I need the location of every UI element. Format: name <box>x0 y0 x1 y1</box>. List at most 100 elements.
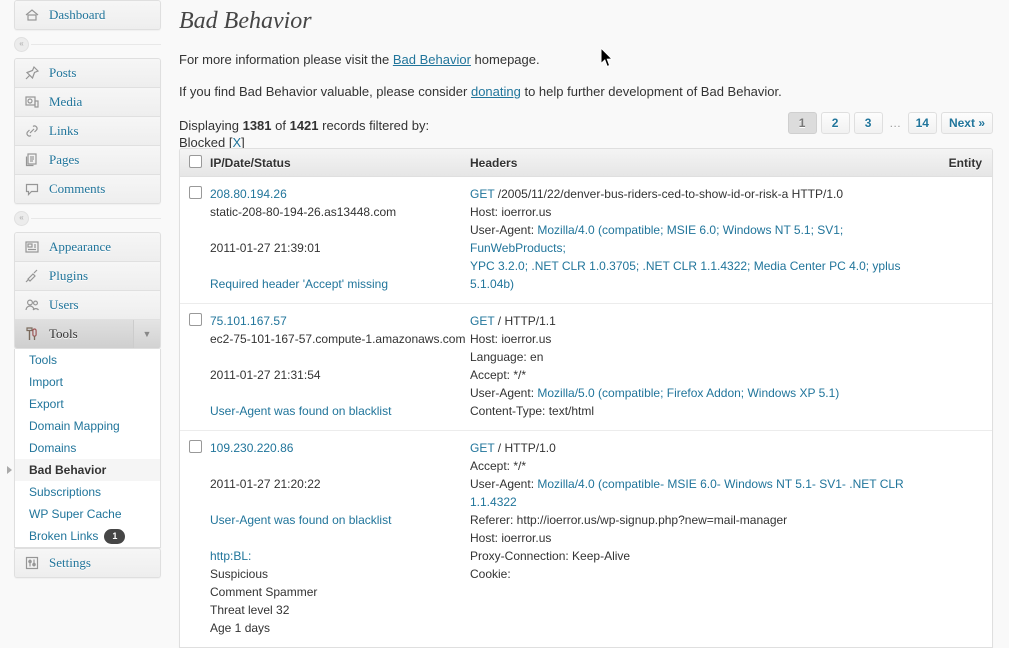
table-row: 75.101.167.57ec2-75-101-167-57.compute-1… <box>180 304 992 431</box>
sidebar-item-comments[interactable]: Comments <box>15 175 160 203</box>
row-ip-link[interactable]: 208.80.194.26 <box>210 185 470 203</box>
sidebar-item-pages[interactable]: Pages <box>15 146 160 175</box>
displaying-mid: of <box>272 118 290 133</box>
sidebar-item-dashboard[interactable]: Dashboard <box>15 1 160 29</box>
donating-link[interactable]: donating <box>471 84 521 99</box>
header-line: Accept: */* <box>470 457 912 475</box>
submenu-toggle-chevron-down-icon[interactable]: ▼ <box>133 320 160 348</box>
row-select-checkbox[interactable] <box>189 440 202 453</box>
header-line: Referer: http://ioerror.us/wp-signup.php… <box>470 511 912 529</box>
submenu-item-bad-behavior[interactable]: Bad Behavior <box>15 459 160 481</box>
header-name: Host: ioerror.us <box>470 531 551 545</box>
column-header-ip[interactable]: IP/Date/Status <box>210 156 470 170</box>
media-icon <box>23 93 41 111</box>
header-value: Mozilla/5.0 (compatible; Firefox Addon; … <box>537 386 839 400</box>
row-date: 2011-01-27 21:39:01 <box>210 239 470 257</box>
menu-collapse-divider-1[interactable]: « <box>14 210 161 226</box>
sidebar-item-media[interactable]: Media <box>15 88 160 117</box>
submenu-item-broken-links[interactable]: Broken Links 1 <box>15 525 160 547</box>
pagination-page-1[interactable]: 1 <box>788 112 817 134</box>
header-name: Cookie: <box>470 567 511 581</box>
sidebar-item-tools[interactable]: Tools▼ <box>15 320 160 348</box>
header-line: Content-Type: text/html <box>470 402 912 420</box>
admin-sidebar: Dashboard « PostsMediaLinks Pages Comments « A… <box>0 0 176 619</box>
displaying-post: records filtered by: <box>319 118 430 133</box>
row-select-checkbox[interactable] <box>189 313 202 326</box>
pagination-next-button[interactable]: Next » <box>941 112 993 134</box>
column-header-headers[interactable]: Headers <box>470 156 912 170</box>
row-hostname: ec2-75-101-167-57.compute-1.amazonaws.co… <box>210 330 470 348</box>
row-status-link[interactable]: User-Agent was found on blacklist <box>210 511 470 529</box>
spacer <box>210 493 470 511</box>
row-date: 2011-01-27 21:31:54 <box>210 366 470 384</box>
entity-cell <box>912 312 992 420</box>
divider-line <box>31 218 161 219</box>
table-header-row: IP/Date/Status Headers Entity <box>180 149 992 177</box>
submenu-item-wp-super-cache[interactable]: WP Super Cache <box>15 503 160 525</box>
row-select-checkbox[interactable] <box>189 186 202 199</box>
ip-date-status-cell: 109.230.220.86 2011-01-27 21:20:22 User-Ag… <box>210 439 470 637</box>
submenu-item-export[interactable]: Export <box>15 393 160 415</box>
dashboard-icon <box>23 6 41 24</box>
submenu-item-domains[interactable]: Domains <box>15 437 160 459</box>
row-status-link[interactable]: User-Agent was found on blacklist <box>210 402 470 420</box>
submenu-item-tools[interactable]: Tools <box>15 349 160 371</box>
pagination-page-2[interactable]: 2 <box>821 112 850 134</box>
submenu-item-domain-mapping[interactable]: Domain Mapping <box>15 415 160 437</box>
select-all-checkbox[interactable] <box>189 155 202 168</box>
row-select-cell <box>180 185 210 293</box>
sidebar-item-links[interactable]: Links <box>15 117 160 146</box>
log-table: IP/Date/Status Headers Entity 208.80.194… <box>179 148 993 648</box>
links-chain-icon <box>23 122 41 140</box>
header-line: Cookie: <box>470 565 912 583</box>
header-name: Proxy-Connection: Keep-Alive <box>470 549 630 563</box>
sidebar-item-appearance[interactable]: Appearance <box>15 233 160 262</box>
sidebar-item-label: Users <box>49 297 79 313</box>
headers-cell: GET / HTTP/1.0Accept: */*User-Agent: Moz… <box>470 439 912 637</box>
ip-date-status-cell: 208.80.194.26static-208-80-194-26.as1344… <box>210 185 470 293</box>
table-body: 208.80.194.26static-208-80-194-26.as1344… <box>180 177 992 647</box>
submenu-item-label: Broken Links <box>29 529 98 543</box>
tools-submenu: ToolsImportExportDomain MappingDomainsBa… <box>14 349 161 548</box>
collapse-chevrons-left-icon[interactable]: « <box>14 211 29 226</box>
header-name: User-Agent: <box>470 386 537 400</box>
submenu-item-import[interactable]: Import <box>15 371 160 393</box>
spacer <box>210 457 470 475</box>
sidebar-item-plugins[interactable]: Plugins <box>15 262 160 291</box>
sidebar-item-label: Plugins <box>49 268 88 284</box>
pagination-page-last[interactable]: 14 <box>908 112 937 134</box>
submenu-item-label: WP Super Cache <box>29 507 122 521</box>
menu-group-2: Appearance Plugins Users Tools▼ <box>14 232 161 349</box>
header-name: Referer: http://ioerror.us/wp-signup.php… <box>470 513 787 527</box>
submenu-item-badge: 1 <box>104 529 125 544</box>
divider-line <box>31 44 161 45</box>
row-ip-link[interactable]: 109.230.220.86 <box>210 439 470 457</box>
collapse-chevrons-left-icon[interactable]: « <box>14 37 29 52</box>
sidebar-item-settings[interactable]: Settings <box>15 549 160 577</box>
pagination-page-3[interactable]: 3 <box>854 112 883 134</box>
table-row: 208.80.194.26static-208-80-194-26.as1344… <box>180 177 992 304</box>
comments-bubble-icon <box>23 180 41 198</box>
bad-behavior-homepage-link[interactable]: Bad Behavior <box>393 52 471 67</box>
header-line: GET / HTTP/1.0 <box>470 439 912 457</box>
plugins-plug-icon <box>23 267 41 285</box>
headers-cell: GET /2005/11/22/denver-bus-riders-ced-to… <box>470 185 912 293</box>
sidebar-item-posts[interactable]: Posts <box>15 59 160 88</box>
settings-sliders-icon <box>23 554 41 572</box>
submenu-item-subscriptions[interactable]: Subscriptions <box>15 481 160 503</box>
row-ip-link[interactable]: 75.101.167.57 <box>210 312 470 330</box>
row-date: 2011-01-27 21:20:22 <box>210 475 470 493</box>
sidebar-item-label: Pages <box>49 152 79 168</box>
row-httpbl-link[interactable]: http:BL: <box>210 547 470 565</box>
header-line: Language: en <box>470 348 912 366</box>
header-line: Host: ioerror.us <box>470 529 912 547</box>
row-status-link[interactable]: Required header 'Accept' missing <box>210 275 470 293</box>
menu-collapse-divider-0[interactable]: « <box>14 36 161 52</box>
request-method: GET <box>470 314 494 328</box>
column-header-entity[interactable]: Entity <box>912 156 992 170</box>
sidebar-item-users[interactable]: Users <box>15 291 160 320</box>
menu-group-settings: Settings <box>14 548 161 578</box>
header-line: GET /2005/11/22/denver-bus-riders-ced-to… <box>470 185 912 203</box>
tools-hammer-icon <box>23 325 41 343</box>
request-path: / HTTP/1.1 <box>494 314 555 328</box>
